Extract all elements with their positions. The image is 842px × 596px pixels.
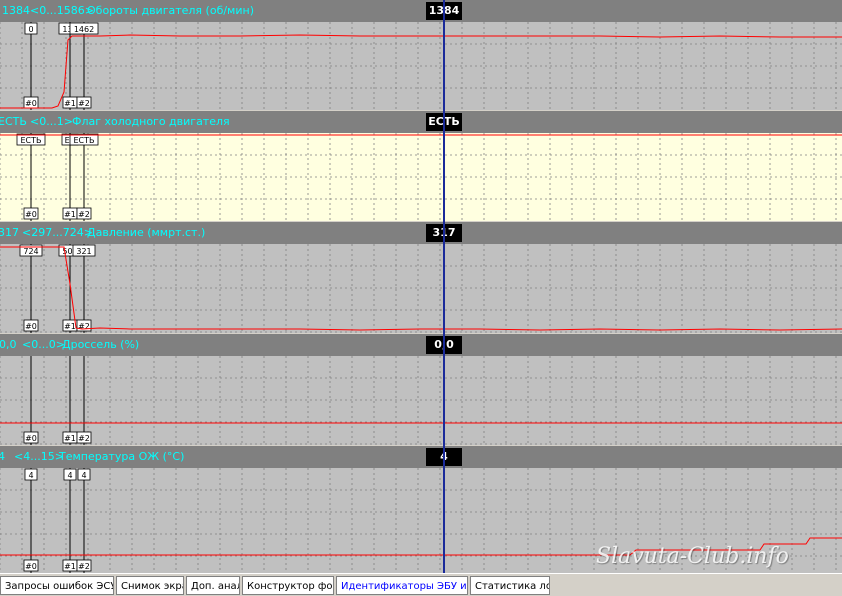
header-value: 317 [0,226,19,239]
tab-screenshot[interactable]: Снимок экрана [116,576,184,595]
watermark: Slavuta-Club.info [596,544,789,569]
plot-background [0,244,842,333]
header-title: Обороты двигателя (об/мин) [87,4,254,17]
header-title: Флаг холодного двигателя [72,115,230,128]
tab-formula-builder[interactable]: Конструктор формул [242,576,334,595]
header-range: <0...1586> [30,4,94,17]
marker-bottom-label: #0 [25,322,37,331]
plot-svg: 724#0503#1321#2 [0,244,842,333]
panel-header[interactable]: 0,0 <0...0> Дроссель (%) 0,0 [0,334,842,356]
header-value: 4 [0,450,5,463]
header-value: ЕСТЬ [0,115,27,128]
plot-svg: 0#0131#11462#2 [0,22,842,110]
header-range: <0...1> [30,115,73,128]
header-range: <4...15> [14,450,64,463]
marker-bottom-label: #1 [64,434,76,443]
marker-top-label: 4 [28,471,33,480]
time-cursor[interactable] [443,0,445,573]
marker-bottom-label: #0 [25,210,37,219]
marker-bottom-label: #1 [64,322,76,331]
tab-ecu-ids[interactable]: Идентификаторы ЭБУ из лога [336,576,468,595]
plot-area[interactable]: ЕСТЬ#0ЕС#1ЕСТЬ#2 [0,133,842,221]
plot-background [0,356,842,445]
marker-bottom-label: #2 [78,322,90,331]
marker-top-label: 1462 [74,25,94,34]
bottom-tab-bar: Запросы ошибок ЭСУД (0) Снимок экрана До… [0,573,842,596]
marker-bottom-label: #2 [78,210,90,219]
header-title: Дроссель (%) [62,338,140,351]
marker-bottom-label: #2 [78,562,90,571]
header-value: 0,0 [0,338,17,351]
header-value: 1384 [2,4,30,17]
panel-pressure: 317 <297...724> Давление (ммрт.ст.) 317 … [0,222,842,333]
marker-bottom-label: #2 [78,99,90,108]
panel-header[interactable]: 317 <297...724> Давление (ммрт.ст.) 317 [0,222,842,244]
panel-cold-flag: ЕСТЬ <0...1> Флаг холодного двигателя ЕС… [0,111,842,221]
tab-log-stats[interactable]: Статистика лога [470,576,550,595]
plot-area[interactable]: 0#0131#11462#2 [0,22,842,110]
header-title: Температура ОЖ (°C) [59,450,185,463]
header-range: <297...724> [22,226,93,239]
marker-bottom-label: #0 [25,99,37,108]
plot-area[interactable]: #0 #1 #2 [0,356,842,445]
marker-top-label: 0 [28,25,33,34]
marker-top-label: ЕСТЬ [20,136,41,145]
marker-bottom-label: #2 [78,434,90,443]
marker-top-label: ЕСТЬ [73,136,94,145]
panel-header[interactable]: 4 <4...15> Температура ОЖ (°C) 4 [0,446,842,468]
panel-rpm: 1384 <0...1586> Обороты двигателя (об/ми… [0,0,842,110]
marker-top-label: 321 [76,247,91,256]
marker-top-label: 724 [23,247,38,256]
marker-bottom-label: #1 [64,562,76,571]
header-range: <0...0> [22,338,65,351]
marker-bottom-label: #1 [64,99,76,108]
tab-ecu-errors[interactable]: Запросы ошибок ЭСУД (0) [0,576,114,595]
marker-bottom-label: #0 [25,562,37,571]
panel-header[interactable]: ЕСТЬ <0...1> Флаг холодного двигателя ЕС… [0,111,842,133]
marker-top-label: 4 [67,471,72,480]
marker-bottom-label: #0 [25,434,37,443]
plot-svg: ЕСТЬ#0ЕС#1ЕСТЬ#2 [0,133,842,221]
tab-extra-analysis[interactable]: Доп. анализ [186,576,240,595]
marker-top-label: 4 [81,471,86,480]
plot-svg: #0 #1 #2 [0,356,842,445]
marker-bottom-label: #1 [64,210,76,219]
log-viewer: 1384 <0...1586> Обороты двигателя (об/ми… [0,0,842,596]
panel-header[interactable]: 1384 <0...1586> Обороты двигателя (об/ми… [0,0,842,22]
panel-throttle: 0,0 <0...0> Дроссель (%) 0,0 #0 #1#2 [0,334,842,445]
plot-area[interactable]: 724 #0 503 #1 321 #2 [0,244,842,333]
header-title: Давление (ммрт.ст.) [87,226,206,239]
